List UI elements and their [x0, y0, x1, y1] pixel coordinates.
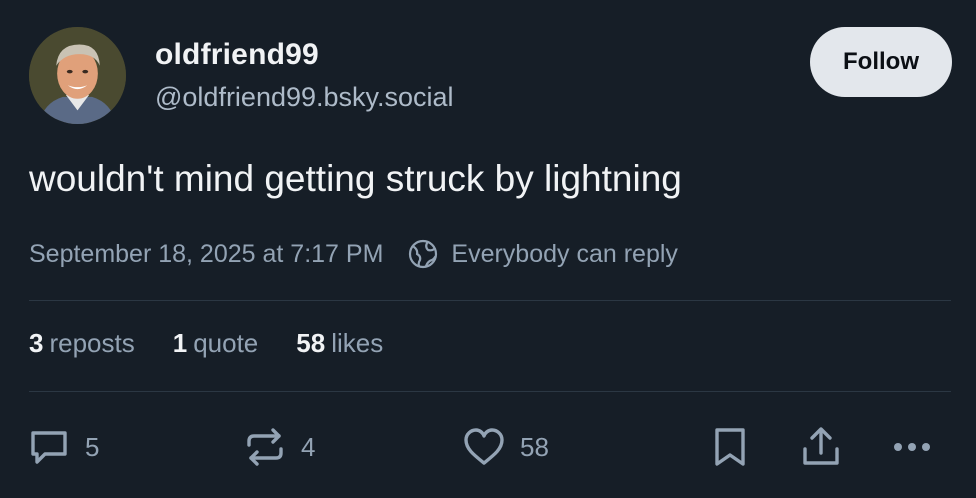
quotes-label: quote	[193, 328, 259, 358]
globe-icon	[407, 238, 439, 270]
divider	[29, 391, 951, 392]
share-icon	[803, 427, 839, 465]
chat-bubble-icon	[31, 431, 67, 464]
repost-button[interactable]: 4	[243, 424, 315, 470]
post-timestamp: September 18, 2025 at 7:17 PM	[29, 239, 384, 268]
reposts-stat[interactable]: 3 reposts	[29, 328, 135, 359]
engagement-stats: 3 reposts 1 quote 58 likes	[29, 328, 421, 359]
ellipsis-icon	[894, 443, 930, 451]
repost-count: 4	[301, 431, 316, 462]
post-detail: oldfriend99 @oldfriend99.bsky.social Fol…	[0, 0, 976, 498]
likes-label: likes	[331, 328, 384, 358]
like-count: 58	[520, 431, 549, 462]
repost-arrows-icon	[247, 428, 283, 466]
divider	[29, 300, 951, 301]
reply-button[interactable]: 5	[27, 424, 99, 470]
share-button[interactable]	[799, 424, 843, 470]
reply-setting-label[interactable]: Everybody can reply	[451, 240, 678, 269]
heart-icon	[464, 428, 504, 465]
quotes-stat[interactable]: 1 quote	[173, 328, 259, 359]
reply-count: 5	[85, 431, 100, 462]
more-options-button[interactable]	[890, 424, 934, 470]
avatar[interactable]	[29, 27, 126, 124]
reposts-count: 3	[29, 328, 44, 358]
avatar-photo	[29, 27, 126, 124]
likes-stat[interactable]: 58 likes	[296, 328, 383, 359]
bookmark-button[interactable]	[708, 424, 752, 470]
likes-count: 58	[296, 328, 326, 358]
reposts-label: reposts	[49, 328, 135, 358]
author-display-name[interactable]: oldfriend99	[155, 38, 319, 72]
post-meta: September 18, 2025 at 7:17 PM Everybody …	[29, 236, 678, 272]
bookmark-icon	[715, 428, 745, 466]
follow-button[interactable]: Follow	[810, 27, 952, 97]
post-text: wouldn't mind getting struck by lightnin…	[29, 158, 682, 199]
author-handle[interactable]: @oldfriend99.bsky.social	[155, 82, 454, 113]
quotes-count: 1	[172, 328, 188, 358]
like-button[interactable]: 58	[462, 424, 549, 470]
